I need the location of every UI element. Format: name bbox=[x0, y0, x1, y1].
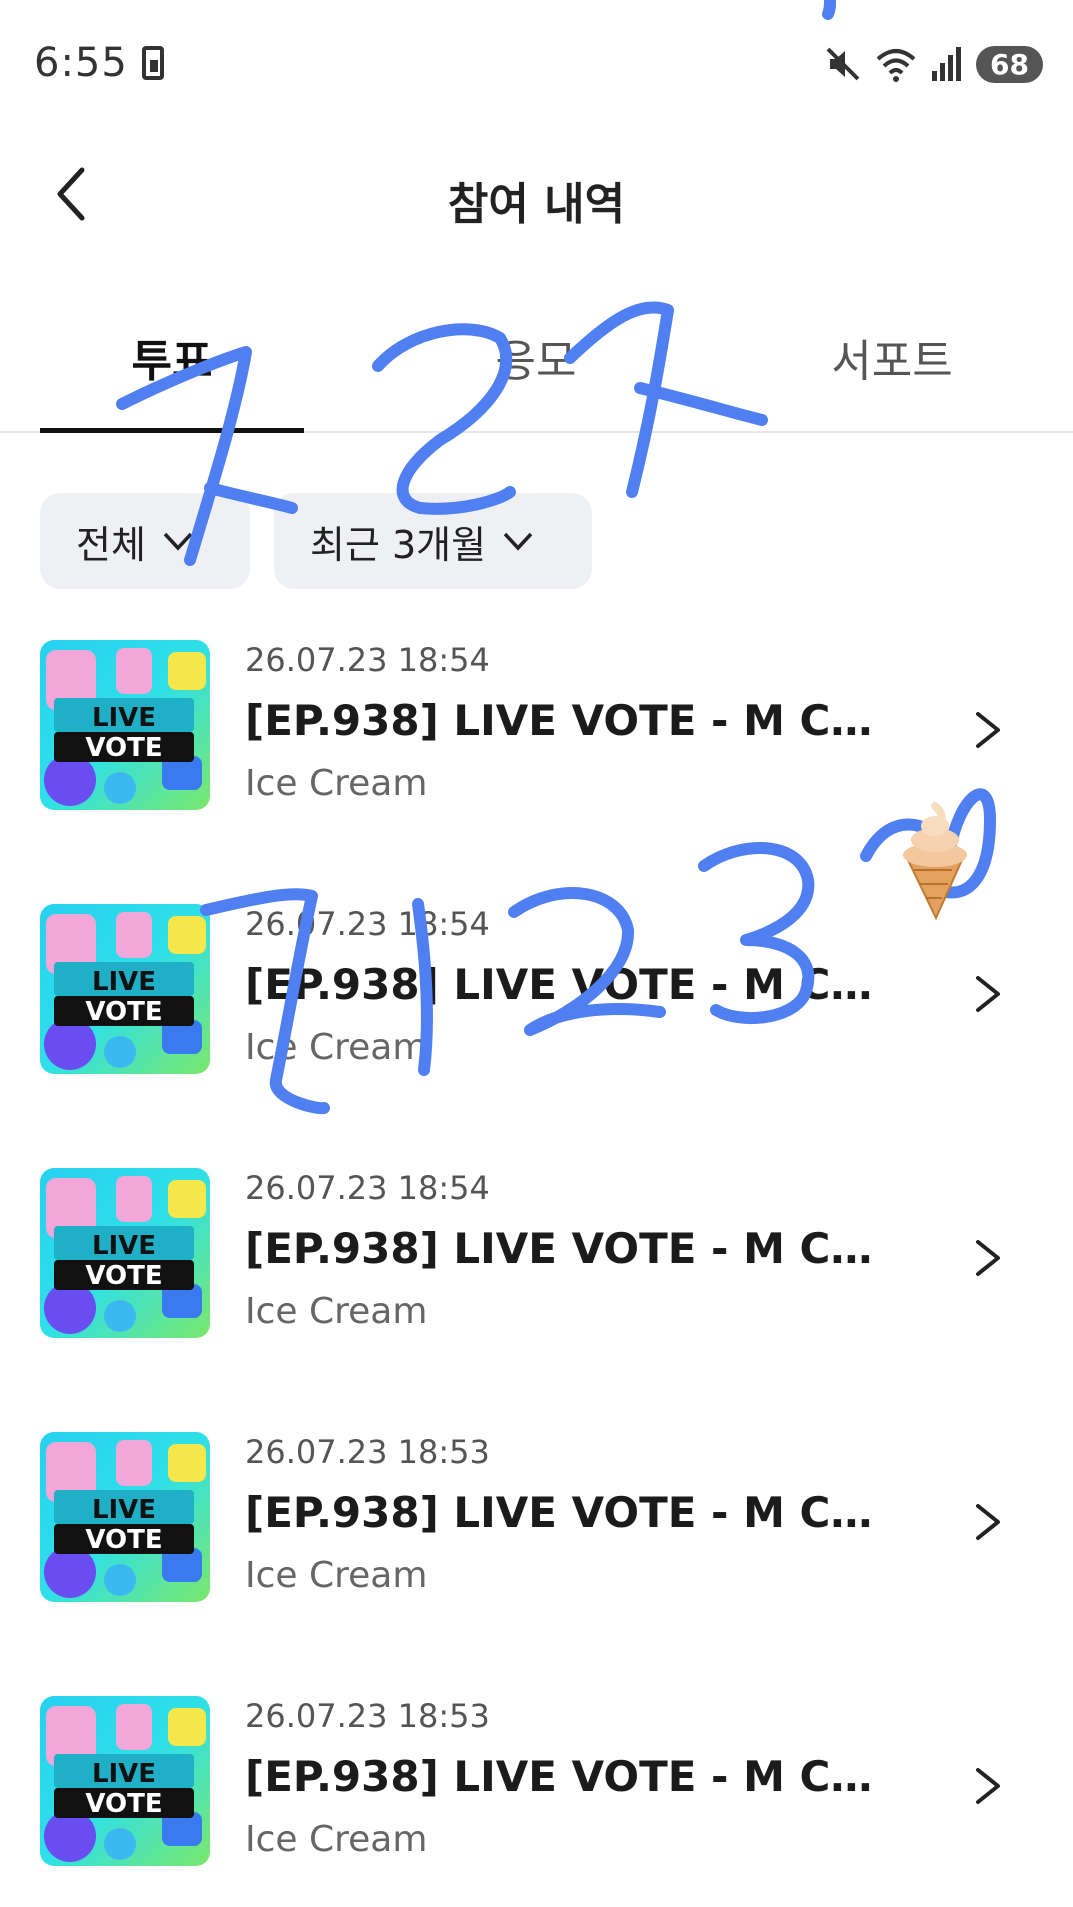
thumb-vote-text: VOTE bbox=[85, 1525, 162, 1555]
live-vote-thumbnail: LIVE VOTE bbox=[40, 1696, 210, 1866]
filter-period-chip[interactable]: 최근 3개월 bbox=[274, 493, 592, 589]
item-date: 26.07.23 18:54 bbox=[245, 1169, 490, 1207]
tab-bar: 투표 응모 서포트 bbox=[0, 315, 1073, 433]
item-subtitle: Ice Cream bbox=[245, 1291, 428, 1332]
live-vote-thumbnail: LIVE VOTE bbox=[40, 904, 210, 1074]
live-vote-thumbnail: LIVE VOTE bbox=[40, 1432, 210, 1602]
list-item[interactable]: LIVE VOTE 26.07.23 18:54 [EP.938] LIVE V… bbox=[0, 640, 1073, 820]
list-item-meta: 26.07.23 18:54 [EP.938] LIVE VOTE - M CO… bbox=[245, 904, 905, 1068]
battery-icon: 68 bbox=[976, 45, 1043, 83]
chevron-right-icon[interactable] bbox=[968, 708, 1008, 752]
chevron-right-icon[interactable] bbox=[968, 1764, 1008, 1808]
app-header: 참여 내역 bbox=[0, 150, 1073, 240]
page-title: 참여 내역 bbox=[447, 179, 626, 230]
list-item[interactable]: LIVE VOTE 26.07.23 18:54 [EP.938] LIVE V… bbox=[0, 904, 1073, 1084]
item-subtitle: Ice Cream bbox=[245, 1819, 428, 1860]
item-subtitle: Ice Cream bbox=[245, 1555, 428, 1596]
tab-entry[interactable]: 응모 bbox=[404, 325, 668, 389]
chevron-right-icon[interactable] bbox=[968, 1236, 1008, 1280]
status-icons: 68 bbox=[824, 44, 1043, 84]
filter-all-chip[interactable]: 전체 bbox=[40, 493, 250, 589]
thumb-live-text: LIVE bbox=[92, 1231, 156, 1261]
item-title: [EP.938] LIVE VOTE - M CO... bbox=[245, 960, 905, 1009]
filter-period-label: 최근 3개월 bbox=[310, 522, 487, 567]
ice-cream-icon bbox=[903, 802, 967, 920]
thumb-vote-text: VOTE bbox=[85, 997, 162, 1027]
list-item-meta: 26.07.23 18:53 [EP.938] LIVE VOTE - M CO… bbox=[245, 1696, 905, 1860]
filter-all-label: 전체 bbox=[76, 522, 146, 567]
live-vote-thumbnail: LIVE VOTE bbox=[40, 1168, 210, 1338]
item-date: 26.07.23 18:54 bbox=[245, 641, 490, 679]
thumb-vote-text: VOTE bbox=[85, 1261, 162, 1291]
active-tab-indicator bbox=[40, 428, 304, 433]
signal-icon bbox=[932, 47, 962, 81]
item-title: [EP.938] LIVE VOTE - M CO... bbox=[245, 1224, 905, 1273]
chevron-right-icon[interactable] bbox=[968, 1500, 1008, 1544]
list-item[interactable]: LIVE VOTE 26.07.23 18:53 [EP.938] LIVE V… bbox=[0, 1432, 1073, 1612]
chevron-right-icon[interactable] bbox=[968, 972, 1008, 1016]
list-item[interactable]: LIVE VOTE 26.07.23 18:54 [EP.938] LIVE V… bbox=[0, 1168, 1073, 1348]
live-vote-thumbnail: LIVE VOTE bbox=[40, 640, 210, 810]
chevron-down-icon bbox=[163, 532, 193, 551]
item-date: 26.07.23 18:54 bbox=[245, 905, 490, 943]
list-item-meta: 26.07.23 18:54 [EP.938] LIVE VOTE - M CO… bbox=[245, 640, 905, 804]
wifi-icon bbox=[876, 49, 916, 82]
thumb-vote-text: VOTE bbox=[85, 733, 162, 763]
tab-support[interactable]: 서포트 bbox=[760, 325, 1024, 389]
item-title: [EP.938] LIVE VOTE - M CO... bbox=[245, 1488, 905, 1537]
thumb-live-text: LIVE bbox=[92, 1495, 156, 1525]
item-date: 26.07.23 18:53 bbox=[245, 1697, 490, 1735]
list-item-meta: 26.07.23 18:54 [EP.938] LIVE VOTE - M CO… bbox=[245, 1168, 905, 1332]
tab-vote[interactable]: 투표 bbox=[40, 325, 304, 389]
filter-bar: 전체 최근 3개월 bbox=[40, 493, 592, 589]
thumb-live-text: LIVE bbox=[92, 1759, 156, 1789]
thumb-vote-text: VOTE bbox=[85, 1789, 162, 1819]
status-time: 6:55 bbox=[34, 40, 128, 86]
thumb-live-text: LIVE bbox=[92, 967, 156, 997]
chevron-down-icon bbox=[503, 532, 533, 551]
item-subtitle: Ice Cream bbox=[245, 763, 428, 804]
item-date: 26.07.23 18:53 bbox=[245, 1433, 490, 1471]
item-title: [EP.938] LIVE VOTE - M CO... bbox=[245, 696, 905, 745]
mute-icon bbox=[826, 47, 860, 81]
sim-icon bbox=[142, 46, 164, 80]
status-bar: 6:55 68 bbox=[0, 0, 1073, 130]
item-title: [EP.938] LIVE VOTE - M CO... bbox=[245, 1752, 905, 1801]
list-item[interactable]: LIVE VOTE 26.07.23 18:53 [EP.938] LIVE V… bbox=[0, 1696, 1073, 1876]
thumb-live-text: LIVE bbox=[92, 703, 156, 733]
list-item-meta: 26.07.23 18:53 [EP.938] LIVE VOTE - M CO… bbox=[245, 1432, 905, 1596]
item-subtitle: Ice Cream bbox=[245, 1027, 428, 1068]
